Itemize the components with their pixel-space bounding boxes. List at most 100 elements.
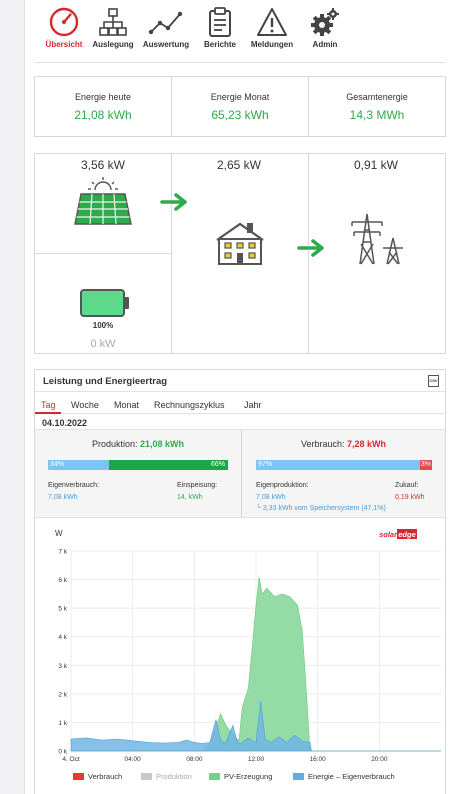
x-tick-label: 04:00	[125, 756, 142, 763]
nav-layout[interactable]: Auslegung	[83, 6, 143, 49]
total-month: Energie Monat 65,23 kWh	[172, 77, 309, 136]
power-energy-panel: Leistung und Energieertrag CSV Tag Woche…	[34, 369, 446, 794]
y-axis-unit: W	[55, 529, 63, 538]
divider	[35, 253, 171, 254]
chart-series	[70, 576, 441, 752]
y-tick-label: 4 k	[58, 634, 67, 641]
nav-admin[interactable]: Admin	[295, 6, 355, 49]
y-tick-label: 0 k	[58, 749, 67, 756]
total-value: 21,08 kWh	[74, 108, 132, 122]
legend-item-self-consumption[interactable]: Energie – Eigenverbrauch	[293, 772, 395, 781]
self-production-value: 7,08 kWh	[256, 494, 286, 501]
flow-arrow-icon	[160, 193, 187, 211]
consumption-split-bar: 97% 3%	[256, 460, 432, 470]
total-label: Energie heute	[74, 92, 132, 102]
production-split-bar: 34% 66%	[48, 460, 228, 470]
export-value: 14, kWh	[177, 494, 203, 501]
divider	[171, 154, 172, 353]
grid-tower-icon[interactable]	[347, 208, 407, 266]
gears-icon	[311, 8, 339, 36]
import-value: 0,19 kWh	[395, 494, 425, 501]
export-label: Einspeisung:	[177, 482, 218, 489]
legend-item-pv[interactable]: PV-Erzeugung	[209, 772, 272, 781]
legend-item-consumption[interactable]: Verbrauch	[73, 772, 122, 781]
nav-label: Auswertung	[142, 40, 190, 49]
total-value: 65,23 kWh	[211, 108, 269, 122]
consumption-value: 7,28 kWh	[347, 439, 387, 449]
tab-year[interactable]: Jahr	[244, 400, 262, 410]
gauge-icon	[49, 7, 79, 37]
self-consumption-share: 34%	[48, 460, 109, 470]
production-heading: Produktion: 21,08 kWh	[35, 439, 241, 449]
legend-label: Energie – Eigenverbrauch	[308, 772, 395, 781]
line-chart-icon	[148, 11, 183, 35]
svg-text:edge: edge	[398, 530, 416, 539]
house-icon[interactable]	[214, 220, 266, 266]
selected-date[interactable]: 04.10.2022	[42, 418, 87, 428]
divider	[35, 413, 445, 414]
self-production-label: Eigenproduktion:	[256, 482, 309, 489]
x-tick-label: 16:00	[310, 756, 327, 763]
total-lifetime: Gesamtenergie 14,3 MWh	[309, 77, 445, 136]
import-label: Zukauf:	[395, 482, 419, 489]
production-label: Produktion:	[91, 439, 138, 449]
grid-power-value: 0,91 kW	[353, 158, 398, 172]
solaredge-logo: solar edge	[379, 529, 417, 539]
y-tick-label: 7 k	[58, 549, 67, 556]
legend-label: PV-Erzeugung	[224, 772, 273, 781]
total-value: 14,3 MWh	[349, 108, 405, 122]
divider	[35, 391, 445, 392]
export-share: 66%	[109, 460, 228, 470]
x-tick-label: 12:00	[248, 756, 265, 763]
tab-month[interactable]: Monat	[114, 400, 139, 410]
tab-billing-cycle[interactable]: Rechnungszyklus	[154, 400, 225, 410]
energy-totals: Energie heute 21,08 kWh Energie Monat 65…	[34, 76, 446, 137]
x-axis: 4. Oct 04:00 08:00 12:00 16:00 20:00	[62, 756, 388, 763]
legend-item-production[interactable]: Produktion	[141, 772, 192, 781]
panel-title: Leistung und Energieertrag	[43, 376, 168, 387]
csv-export-icon[interactable]: CSV	[428, 375, 439, 387]
solar-panel-icon[interactable]	[71, 176, 135, 228]
production-value: 21,08 kWh	[140, 439, 185, 449]
battery-power: 0 kW	[90, 338, 116, 350]
y-tick-label: 2 k	[58, 691, 67, 698]
nav-label: Meldungen	[250, 40, 294, 49]
consumption-heading: Verbrauch: 7,28 kWh	[242, 439, 445, 449]
total-label: Energie Monat	[210, 92, 270, 102]
production-summary: Produktion: 21,08 kWh 34% 66% Eigenverbr…	[35, 430, 241, 518]
power-flow-panel: 3,56 kW 2,65 kW 0,91 kW 100% 0 kW	[34, 153, 446, 354]
legend-label: Verbrauch	[88, 772, 123, 781]
x-tick-label: 20:00	[371, 756, 388, 763]
power-chart[interactable]: W solar edge 0 k 1 k 2 k 3 k 4 k 5 k 6 k 7 k 4.…	[35, 520, 445, 765]
flow-arrow-icon	[297, 239, 324, 257]
energy-summary: Produktion: 21,08 kWh 34% 66% Eigenverbr…	[35, 430, 445, 518]
total-today: Energie heute 21,08 kWh	[35, 77, 172, 136]
y-tick-label: 5 k	[58, 606, 67, 613]
x-tick-label: 4. Oct	[62, 756, 80, 763]
nav-divider	[34, 62, 446, 63]
self-consumption-value: 7,08 kWh	[48, 494, 78, 501]
nav-reports[interactable]: Berichte	[190, 6, 250, 49]
consumption-summary: Verbrauch: 7,28 kWh 97% 3% Eigenprodukti…	[242, 430, 445, 518]
self-consumption-label: Eigenverbrauch:	[48, 482, 99, 489]
nav-label: Admin	[312, 40, 338, 49]
nav-analysis[interactable]: Auswertung	[136, 6, 196, 49]
y-tick-label: 1 k	[58, 720, 67, 727]
tab-week[interactable]: Woche	[71, 400, 99, 410]
svg-text:solar: solar	[379, 530, 398, 539]
nav-label: Berichte	[203, 40, 236, 49]
clipboard-icon	[209, 7, 231, 37]
nav-alerts[interactable]: Meldungen	[242, 6, 302, 49]
pv-power-value: 3,56 kW	[80, 158, 125, 172]
active-tab-indicator	[35, 412, 61, 414]
warning-icon	[257, 8, 287, 36]
chart-legend: Verbrauch Produktion PV-Erzeugung Energi…	[35, 772, 445, 786]
top-navigation: Übersicht Auslegung Auswertung Berichte	[34, 6, 346, 58]
y-tick-label: 6 k	[58, 577, 67, 584]
battery-icon[interactable]	[79, 288, 131, 318]
y-axis: 0 k 1 k 2 k 3 k 4 k 5 k 6 k 7 k	[58, 549, 67, 756]
storage-note: └ 3,33 kWh vom Speichersystem (47,1%)	[256, 505, 386, 512]
sitemap-icon	[99, 8, 127, 36]
series-pv-area	[71, 576, 441, 752]
tab-day[interactable]: Tag	[41, 400, 56, 410]
